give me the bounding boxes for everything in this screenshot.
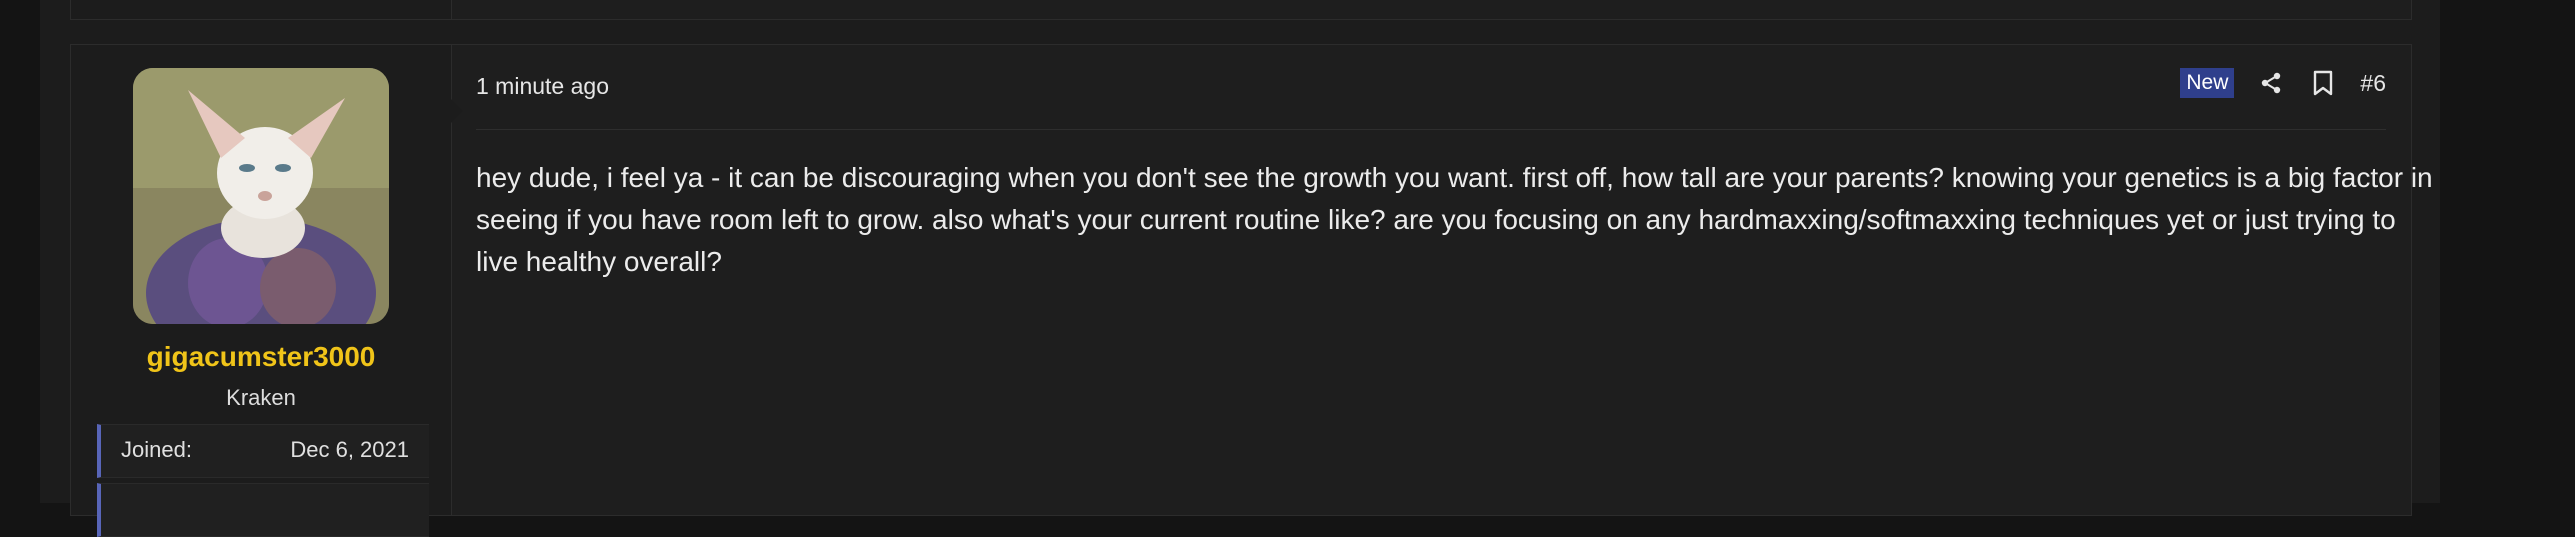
post-actions: New #6 (2180, 67, 2386, 99)
post-header: 1 minute ago New #6 (476, 45, 2386, 130)
post-message: hey dude, i feel ya - it can be discoura… (476, 162, 2433, 277)
previous-post (70, 0, 2412, 20)
forum-post: gigacumster3000 Kraken Joined: Dec 6, 20… (70, 44, 2433, 537)
new-badge: New (2180, 68, 2235, 98)
avatar[interactable] (133, 68, 389, 324)
user-info-column: gigacumster3000 Kraken Joined: Dec 6, 20… (71, 45, 452, 537)
stat-value: Dec 6, 2021 (290, 437, 409, 462)
username[interactable]: gigacumster3000 (71, 341, 451, 373)
stat-row (97, 483, 429, 537)
post-number-link[interactable]: #6 (2360, 70, 2386, 97)
stat-row-joined: Joined: Dec 6, 2021 (97, 424, 429, 478)
user-title: Kraken (226, 385, 296, 410)
stat-label: Joined: (121, 437, 192, 462)
previous-post-user-column (71, 0, 452, 19)
share-icon[interactable] (2256, 68, 2286, 98)
post-timestamp[interactable]: 1 minute ago (476, 73, 609, 100)
avatar-image (133, 68, 389, 324)
user-column-arrow (451, 99, 463, 123)
bookmark-icon[interactable] (2308, 68, 2338, 98)
